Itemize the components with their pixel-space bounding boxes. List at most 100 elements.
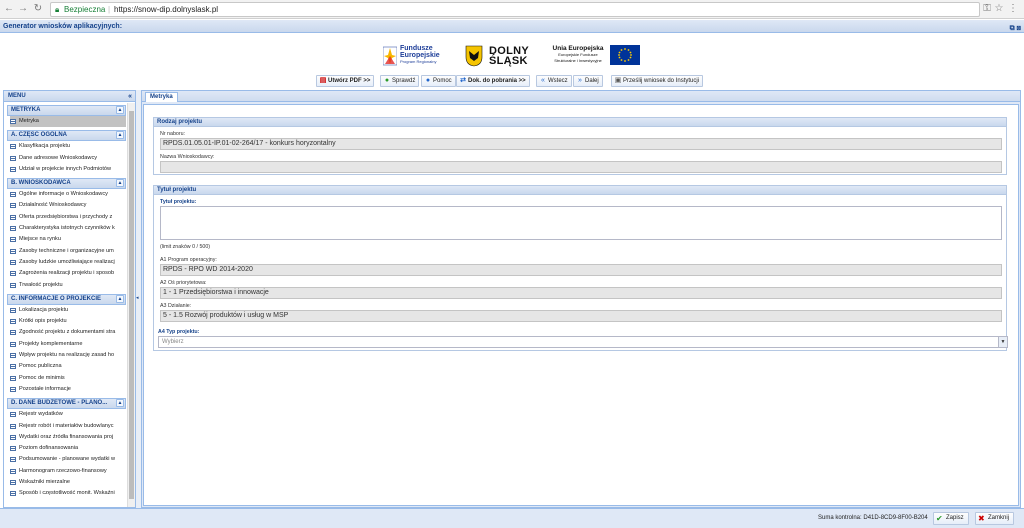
sidebar-item[interactable]: Zasoby techniczne i organizacyjne um — [10, 246, 126, 257]
sidebar-item[interactable]: Rejestr robót i materiałów budowlanyc — [10, 421, 126, 432]
a2-label: A2 Oś priorytetowa: — [160, 280, 207, 286]
sidebar-scrollbar[interactable] — [127, 103, 135, 507]
help-button[interactable]: ● Pomoc — [421, 75, 456, 87]
sidebar-item[interactable]: Udział w projekcie innych Podmiotów — [10, 164, 126, 175]
collapse-up-icon[interactable]: ▲ — [116, 294, 124, 303]
form-icon — [10, 166, 16, 172]
collapse-left-icon[interactable]: « — [128, 91, 132, 102]
sidebar-item[interactable]: Oferta przedsiębiorstwa i przychody z — [10, 212, 126, 223]
sidebar-item[interactable]: Projekty komplementarne — [10, 339, 126, 350]
sidebar-item[interactable]: Działalność Wnioskodawcy — [10, 200, 126, 211]
a4-typ-projektu-select[interactable]: Wybierz ▼ — [158, 336, 1008, 348]
nr-naboru-field[interactable]: RPDS.01.05.01-IP.01-02-264/17 - konkurs … — [160, 138, 1002, 150]
sidebar-item[interactable]: Charakterystyka istotnych czynników k — [10, 223, 126, 234]
form-icon — [10, 319, 16, 325]
next-label: Dalej — [585, 78, 599, 84]
section-header-informacje[interactable]: C. INFORMACJE O PROJEKCIE ▲ — [7, 293, 126, 305]
a3-label: A3 Działanie: — [160, 303, 192, 309]
sidebar-item[interactable]: Zgodność projektu z dokumentami stra — [10, 327, 126, 338]
form-icon — [10, 155, 16, 161]
back-label: Wstecz — [548, 78, 568, 84]
sidebar-item-label: Miejsce na rynku — [19, 236, 61, 243]
sidebar-item[interactable]: Zasoby ludzkie umożliwiające realizacj — [10, 257, 126, 268]
sidebar-item[interactable]: Lokalizacja projektu — [10, 305, 126, 316]
sidebar-item-label: Ogólne informacje o Wnioskodawcy — [19, 191, 108, 198]
collapse-up-icon[interactable]: ▲ — [116, 106, 124, 114]
section-header-metryka[interactable]: METRYKA ▲ — [7, 105, 126, 116]
back-button[interactable]: «Wstecz — [536, 75, 572, 87]
star-icon[interactable]: ☆ — [993, 3, 1005, 15]
sidebar-item-label: Charakterystyka istotnych czynników k — [19, 225, 115, 232]
sidebar-item[interactable]: Trwałość projektu — [10, 280, 126, 291]
sidebar-item[interactable]: Poziom dofinansowania — [10, 443, 126, 454]
form-icon — [10, 203, 16, 209]
save-button[interactable]: ✔ Zapisz — [933, 512, 969, 525]
a3-dzialanie-field[interactable]: 5 - 1.5 Rozwój produktów i usług w MSP — [160, 310, 1002, 322]
fieldset-tytul-projektu: Tytuł projektu Tytuł projektu: (limit zn… — [153, 185, 1008, 351]
form-icon — [10, 237, 16, 243]
a2-os-field[interactable]: 1 - 1 Przedsiębiorstwa i innowacje — [160, 287, 1002, 299]
close-window-icon[interactable]: ⊠ — [1017, 25, 1021, 32]
sidebar-item[interactable]: Rejestr wydatków — [10, 409, 126, 420]
downloads-button[interactable]: ⇄ Dok. do pobrania >> — [456, 75, 530, 87]
sidebar-item[interactable]: Dane adresowe Wnioskodawcy — [10, 153, 126, 164]
tytul-projektu-textarea[interactable] — [160, 206, 1002, 240]
chevron-down-icon[interactable]: ▼ — [998, 337, 1007, 347]
section-header-dane-budzetowe[interactable]: D. DANE BUDŻETOWE - PLANO... ▲ — [7, 398, 126, 410]
create-pdf-label: Utwórz PDF >> — [328, 78, 371, 84]
restore-icon[interactable]: ⧉ — [1010, 25, 1015, 32]
form-icon — [10, 491, 16, 497]
sidebar-item-metryka[interactable]: Metryka — [10, 116, 126, 128]
sidebar-item[interactable]: Harmonogram rzeczowo-finansowy — [10, 466, 126, 477]
app-titlebar: Generator wniosków aplikacyjnych: ⧉ ⊠ — [0, 20, 1024, 33]
a1-program-field[interactable]: RPDS - RPO WD 2014-2020 — [160, 264, 1002, 276]
menu-dots-icon[interactable]: ⋮ — [1007, 3, 1019, 15]
close-button[interactable]: ✖ Zamknij — [975, 512, 1015, 525]
send-application-label: Prześlij wniosek do Instytucji — [623, 78, 700, 84]
fieldset-rodzaj-projektu: Rodzaj projektu Nr naboru: RPDS.01.05.01… — [153, 117, 1007, 175]
sidebar-item[interactable]: Krótki opis projektu — [10, 316, 126, 327]
form-icon — [10, 330, 16, 336]
sidebar-item-label: Działalność Wnioskodawcy — [19, 202, 87, 209]
tab-metryka[interactable]: Metryka — [145, 92, 178, 102]
collapse-up-icon[interactable]: ▲ — [116, 399, 124, 408]
collapse-arrow-icon[interactable]: ◂ — [136, 295, 139, 301]
status-bar: Suma kontrolna: D41D-8CD9-8F00-B204 ✔ Zap… — [0, 508, 1024, 528]
collapse-up-icon[interactable]: ▲ — [116, 179, 124, 188]
sidebar-item[interactable]: Pomoc publiczna — [10, 361, 126, 372]
send-icon: ▣ — [614, 77, 622, 84]
back-arrow-icon[interactable]: ← — [3, 3, 15, 15]
section-header-wnioskodawca[interactable]: B. WNIOSKODAWCA ▲ — [7, 178, 126, 190]
eagle-crest-icon — [465, 45, 483, 67]
sidebar-item[interactable]: Sposób i częstotliwość monit. Wskaźni — [10, 488, 126, 499]
section-header-czesc-ogolna[interactable]: A. CZĘŚĆ OGÓLNA ▲ — [7, 130, 126, 142]
next-button[interactable]: » Dalej — [573, 75, 603, 87]
sidebar-item[interactable]: Wskaźniki mierzalne — [10, 477, 126, 488]
nazwa-wnioskodawcy-field[interactable] — [160, 161, 1002, 173]
send-application-button[interactable]: ▣ Prześlij wniosek do Instytucji — [611, 75, 704, 87]
sidebar-item[interactable]: Wydatki oraz źródła finansowania proj — [10, 432, 126, 443]
unia-europejska-logo: Unia Europejska Europejskie Fundusze Str… — [549, 43, 641, 69]
form-icon — [10, 282, 16, 288]
sidebar-item[interactable]: Pozostałe informacje — [10, 384, 126, 395]
collapse-up-icon[interactable]: ▲ — [116, 131, 124, 140]
scrollbar-thumb[interactable] — [129, 111, 134, 499]
sidebar-item[interactable]: Podsumowanie - planowane wydatki w — [10, 454, 126, 465]
fe-line3: Program Regionalny — [400, 59, 437, 64]
check-button[interactable]: ● Sprawdź — [380, 75, 420, 87]
sidebar-item[interactable]: Zagrożenia realizacji projektu i sposob — [10, 268, 126, 279]
tytul-projektu-label: Tytuł projektu: — [160, 199, 197, 205]
sidebar-item[interactable]: Klasyfikacja projektu — [10, 141, 126, 152]
sidebar-item-label: Pozostałe informacje — [19, 385, 71, 392]
sidebar-item[interactable]: Miejsce na rynku — [10, 234, 126, 245]
form-icon — [10, 423, 16, 429]
sidebar-item[interactable]: Ogólne informacje o Wnioskodawcy — [10, 189, 126, 200]
sidebar-item-label: Rejestr robót i materiałów budowlanyc — [19, 422, 114, 429]
address-bar[interactable]: 🔒︎ Bezpieczna | https://snow-dip.dolnysl… — [50, 2, 980, 17]
create-pdf-button[interactable]: ▤ Utwórz PDF >> — [316, 75, 375, 87]
sidebar-item[interactable]: Wpływ projektu na realizację zasad ho — [10, 350, 126, 361]
forward-arrow-icon[interactable]: → — [17, 3, 29, 15]
sidebar-item[interactable]: Pomoc de minimis — [10, 373, 126, 384]
reload-icon[interactable]: ↻ — [32, 3, 44, 15]
key-icon[interactable]: ⚿ — [981, 3, 993, 15]
